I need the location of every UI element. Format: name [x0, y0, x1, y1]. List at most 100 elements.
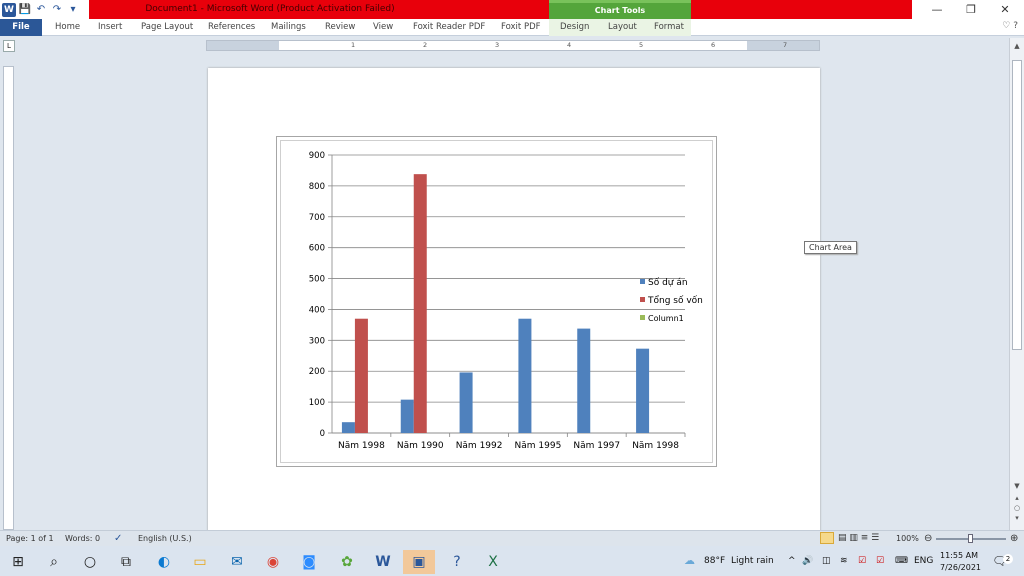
- bar-0-5[interactable]: [636, 348, 650, 433]
- legend-swatch[interactable]: [640, 279, 645, 284]
- excel-icon[interactable]: X: [477, 550, 509, 574]
- y-tick-label[interactable]: 400: [309, 305, 325, 315]
- tab-home[interactable]: Home: [55, 19, 80, 36]
- legend-swatch[interactable]: [640, 297, 645, 302]
- vpn-icon[interactable]: ☑: [858, 546, 866, 576]
- y-tick-label[interactable]: 0: [320, 429, 325, 439]
- zoom-in-icon[interactable]: ⊕: [1010, 531, 1018, 546]
- x-tick-label[interactable]: Năm 1992: [456, 441, 503, 451]
- customize-qat-icon[interactable]: ▾: [66, 3, 80, 17]
- bar-0-0[interactable]: [341, 422, 355, 433]
- bar-0-4[interactable]: [577, 328, 591, 433]
- next-page-icon[interactable]: ▾: [1010, 514, 1024, 522]
- bar-1-0[interactable]: [354, 318, 368, 433]
- legend-swatch[interactable]: [640, 315, 645, 320]
- tray-icon[interactable]: ◫: [822, 546, 831, 576]
- vertical-scrollbar[interactable]: ▲ ▼ ▴ ○ ▾: [1009, 38, 1024, 530]
- previous-page-icon[interactable]: ▴: [1010, 494, 1024, 502]
- ribbon-help-icons[interactable]: ♡ ?: [1002, 21, 1018, 31]
- minimize-button[interactable]: —: [920, 0, 954, 19]
- edge-icon[interactable]: ◐: [148, 550, 180, 574]
- browse-object-icon[interactable]: ○: [1010, 504, 1024, 512]
- legend-label[interactable]: Tổng số vốn: [647, 295, 703, 306]
- input-language[interactable]: ENG: [914, 546, 933, 576]
- word-logo-icon[interactable]: W: [2, 2, 16, 17]
- tab-layout[interactable]: Layout: [608, 19, 637, 36]
- clock-date[interactable]: 7/26/2021: [940, 562, 981, 574]
- save-icon[interactable]: 💾: [18, 3, 32, 17]
- tab-foxit-reader-pdf[interactable]: Foxit Reader PDF: [413, 19, 485, 36]
- zoom-slider-thumb[interactable]: [968, 534, 973, 543]
- chrome-icon[interactable]: ◉: [257, 550, 289, 574]
- tab-view[interactable]: View: [373, 19, 393, 36]
- cortana-icon[interactable]: ○: [74, 550, 106, 574]
- x-tick-label[interactable]: Năm 1995: [515, 441, 562, 451]
- legend-label[interactable]: Số dự án: [648, 277, 688, 288]
- zoom-out-icon[interactable]: ⊖: [924, 531, 932, 546]
- app-green-icon[interactable]: ✿: [331, 550, 363, 574]
- page-count[interactable]: Page: 1 of 1: [6, 531, 54, 546]
- tab-file[interactable]: File: [0, 19, 42, 36]
- x-tick-label[interactable]: Năm 1997: [573, 441, 620, 451]
- tab-format[interactable]: Format: [654, 19, 684, 36]
- print-layout-icon[interactable]: [820, 532, 834, 544]
- tab-foxit-pdf[interactable]: Foxit PDF: [501, 19, 541, 36]
- y-tick-label[interactable]: 800: [309, 182, 325, 192]
- tab-insert[interactable]: Insert: [98, 19, 122, 36]
- weather-text[interactable]: Light rain: [731, 546, 774, 576]
- bar-chart[interactable]: 0 100 200 300 400 500 600 700 800 900 Năm 1998 Năm …: [277, 137, 718, 468]
- windows-start-icon[interactable]: ⊞: [2, 550, 34, 574]
- volume-icon[interactable]: 🔊: [802, 546, 813, 576]
- tab-review[interactable]: Review: [325, 19, 355, 36]
- tab-mailings[interactable]: Mailings: [271, 19, 306, 36]
- task-view-icon[interactable]: ⧉: [110, 550, 142, 574]
- undo-icon[interactable]: ↶: [34, 3, 48, 17]
- word-count[interactable]: Words: 0: [65, 531, 100, 546]
- notification-count[interactable]: 2: [1003, 554, 1013, 564]
- help-icon[interactable]: ?: [441, 550, 473, 574]
- horizontal-ruler[interactable]: 1 2 3 4 5 6 7: [206, 40, 820, 51]
- x-tick-label[interactable]: Năm 1998: [338, 441, 385, 451]
- scroll-up-icon[interactable]: ▲: [1010, 42, 1024, 50]
- clock-time[interactable]: 11:55 AM: [940, 550, 978, 562]
- y-tick-label[interactable]: 100: [309, 398, 325, 408]
- weather-icon[interactable]: ☁: [684, 546, 695, 576]
- bar-1-1[interactable]: [413, 174, 427, 433]
- y-tick-label[interactable]: 500: [309, 275, 325, 285]
- active-app-icon[interactable]: ▣: [403, 550, 435, 574]
- weather-temp[interactable]: 88°F: [704, 546, 725, 576]
- vertical-ruler[interactable]: [3, 66, 14, 530]
- y-tick-label[interactable]: 200: [309, 367, 325, 377]
- legend-label[interactable]: Column1: [648, 314, 684, 323]
- tab-design[interactable]: Design: [560, 19, 589, 36]
- tab-page-layout[interactable]: Page Layout: [141, 19, 193, 36]
- chart-object[interactable]: 0 100 200 300 400 500 600 700 800 900 Năm 1998 Năm …: [276, 136, 717, 467]
- search-icon[interactable]: ⌕: [38, 550, 70, 574]
- scrollbar-thumb[interactable]: [1012, 60, 1022, 350]
- tab-selector-button[interactable]: L: [3, 40, 15, 52]
- proofing-icon[interactable]: ✓: [114, 531, 122, 546]
- x-tick-label[interactable]: Năm 1998: [632, 441, 679, 451]
- scroll-down-icon[interactable]: ▼: [1010, 482, 1024, 490]
- file-explorer-icon[interactable]: ▭: [184, 550, 216, 574]
- language-indicator[interactable]: English (U.S.): [138, 531, 192, 546]
- y-tick-label[interactable]: 700: [309, 213, 325, 223]
- redo-icon[interactable]: ↷: [50, 3, 64, 17]
- y-tick-label[interactable]: 900: [309, 151, 325, 161]
- keyboard-icon[interactable]: ⌨: [895, 546, 908, 576]
- y-tick-label[interactable]: 600: [309, 244, 325, 254]
- tab-references[interactable]: References: [208, 19, 255, 36]
- bar-0-3[interactable]: [518, 318, 532, 433]
- x-tick-label[interactable]: Năm 1990: [397, 441, 444, 451]
- word-taskbar-icon[interactable]: W: [367, 550, 399, 574]
- zoom-app-icon[interactable]: ◙: [293, 550, 325, 574]
- view-mode-icons[interactable]: ▤ ▥ ≡ ☰: [838, 531, 879, 546]
- wifi-icon[interactable]: ≋: [840, 546, 848, 576]
- bar-0-1[interactable]: [400, 399, 414, 433]
- show-hidden-icons-icon[interactable]: ^: [788, 546, 796, 576]
- mail-icon[interactable]: ✉: [221, 550, 253, 574]
- vpn-icon-2[interactable]: ☑: [876, 546, 884, 576]
- bar-0-2[interactable]: [459, 372, 473, 433]
- close-button[interactable]: ✕: [988, 0, 1022, 19]
- y-tick-label[interactable]: 300: [309, 336, 325, 346]
